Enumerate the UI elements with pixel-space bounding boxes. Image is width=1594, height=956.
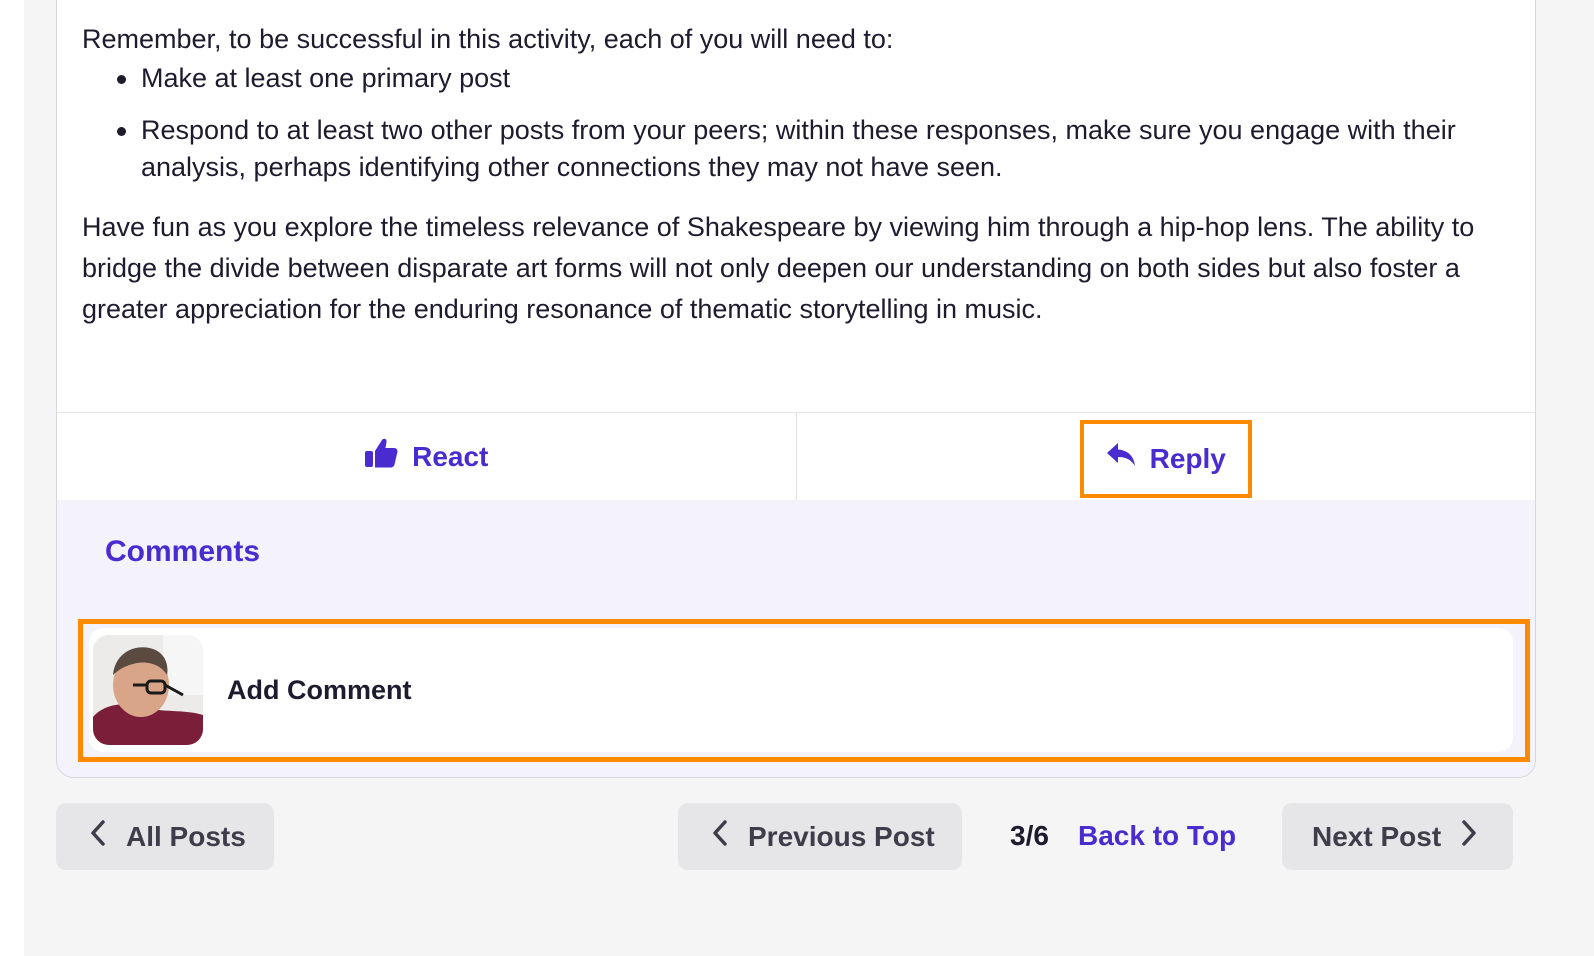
requirement-text: Respond to at least two other posts from… (141, 115, 1456, 182)
bullet-icon (117, 75, 126, 84)
chevron-right-icon (1461, 819, 1477, 854)
chevron-left-icon (712, 819, 728, 854)
post-closing: Have fun as you explore the timeless rel… (82, 212, 1475, 324)
bullet-icon (117, 127, 126, 136)
react-label: React (412, 440, 489, 472)
reply-arrow-icon (1106, 442, 1136, 475)
add-comment-input[interactable]: Add Comment (89, 628, 1513, 752)
page-position: 3/6 (1010, 820, 1049, 851)
previous-post-label: Previous Post (748, 820, 935, 852)
add-comment-label: Add Comment (227, 674, 412, 705)
reply-cell: Reply (795, 413, 1536, 500)
requirement-text: Make at least one primary post (141, 63, 511, 93)
chevron-left-icon (90, 819, 106, 854)
post-navigation: All Posts Previous Post 3/6 Back to Top … (56, 803, 1516, 870)
thumbs-up-icon (364, 437, 398, 476)
post-intro: Remember, to be successful in this activ… (82, 24, 894, 54)
all-posts-button[interactable]: All Posts (56, 803, 274, 870)
reply-label: Reply (1149, 442, 1226, 474)
previous-post-button[interactable]: Previous Post (678, 803, 962, 870)
post-action-bar: React Reply (57, 412, 1535, 500)
list-item: Make at least one primary post (82, 60, 1522, 97)
back-to-top-link[interactable]: Back to Top (1078, 820, 1236, 852)
reply-button[interactable]: Reply (1079, 419, 1252, 498)
add-comment-highlight: Add Comment (78, 619, 1530, 762)
react-cell: React (57, 413, 796, 500)
next-post-label: Next Post (1312, 820, 1442, 852)
react-button[interactable]: React (340, 431, 512, 482)
comments-title: Comments (105, 535, 261, 568)
all-posts-label: All Posts (126, 820, 246, 852)
avatar (93, 635, 203, 745)
next-post-button[interactable]: Next Post (1282, 803, 1513, 870)
requirements-list: Make at least one primary post Respond t… (82, 60, 1522, 186)
list-item: Respond to at least two other posts from… (82, 112, 1522, 186)
post-body: Remember, to be successful in this activ… (82, 19, 1522, 330)
